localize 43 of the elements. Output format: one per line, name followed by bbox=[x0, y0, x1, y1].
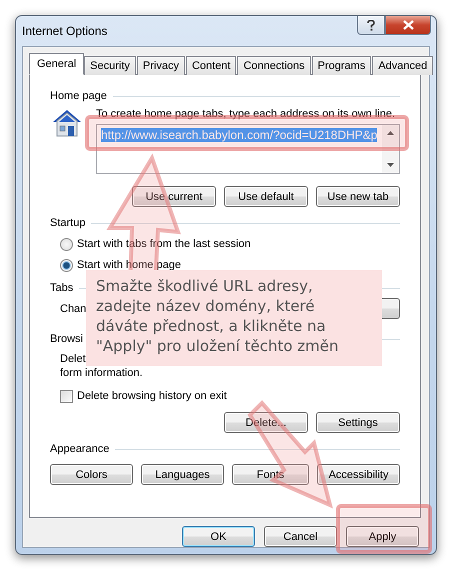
tab[interactable]: General bbox=[29, 53, 84, 75]
radio-button[interactable] bbox=[60, 258, 73, 272]
home-page-button[interactable]: Use new tab bbox=[316, 186, 400, 207]
scroll-down-icon[interactable] bbox=[387, 163, 394, 167]
window-title: Internet Options bbox=[22, 24, 108, 38]
close-icon bbox=[402, 20, 414, 30]
appearance-button[interactable]: Colors bbox=[50, 464, 133, 485]
home-page-button[interactable]: Use default bbox=[224, 186, 308, 207]
dialog-button[interactable]: Apply bbox=[346, 526, 419, 547]
help-icon bbox=[367, 20, 375, 30]
group-heading: Tabs bbox=[50, 282, 74, 294]
tab[interactable]: Connections bbox=[237, 56, 311, 75]
home-page-button[interactable]: Use current bbox=[132, 186, 216, 207]
radio-button[interactable] bbox=[60, 238, 73, 250]
tab[interactable]: Advanced bbox=[372, 56, 434, 75]
group-heading: Appearance bbox=[50, 443, 110, 455]
tab[interactable]: Content bbox=[186, 56, 236, 75]
tab[interactable]: Security bbox=[84, 56, 136, 75]
button-edge[interactable] bbox=[382, 298, 400, 319]
annotation-tooltip: Smažte škodlivé URL adresy, zadejte název domény, které dáváte přednost, a klikněte na "Apply" pro uložení těchto změn bbox=[86, 270, 382, 366]
help-button[interactable] bbox=[357, 16, 385, 35]
close-button[interactable] bbox=[385, 16, 431, 35]
group-heading: Startup bbox=[50, 217, 86, 229]
group-heading: Browsi bbox=[50, 333, 84, 345]
tab[interactable]: Programs bbox=[312, 56, 372, 75]
appearance-button[interactable]: Accessibility bbox=[317, 464, 400, 485]
history-description: Delet bbox=[60, 352, 87, 366]
checkbox-label: Delete browsing history on exit bbox=[77, 390, 227, 402]
scroll-up-icon[interactable] bbox=[387, 131, 394, 135]
history-description: form information. bbox=[60, 366, 144, 380]
dialog-button[interactable]: OK bbox=[182, 526, 255, 547]
dialog-button[interactable]: Cancel bbox=[264, 526, 337, 547]
instruction-text: To create home page tabs, type each address on its own line. bbox=[96, 108, 396, 120]
appearance-button[interactable]: Languages bbox=[140, 464, 224, 485]
tabs-description: Chan bbox=[60, 302, 86, 314]
checkbox[interactable] bbox=[60, 390, 73, 402]
appearance-button[interactable]: Fonts bbox=[232, 464, 310, 485]
group-heading: Home page bbox=[50, 90, 107, 102]
history-button[interactable]: Delete... bbox=[224, 412, 308, 433]
radio-label: Start with home page bbox=[77, 259, 181, 271]
tab[interactable]: Privacy bbox=[136, 56, 185, 75]
history-button[interactable]: Settings bbox=[316, 412, 400, 433]
radio-label: Start with tabs from the last session bbox=[77, 238, 251, 250]
